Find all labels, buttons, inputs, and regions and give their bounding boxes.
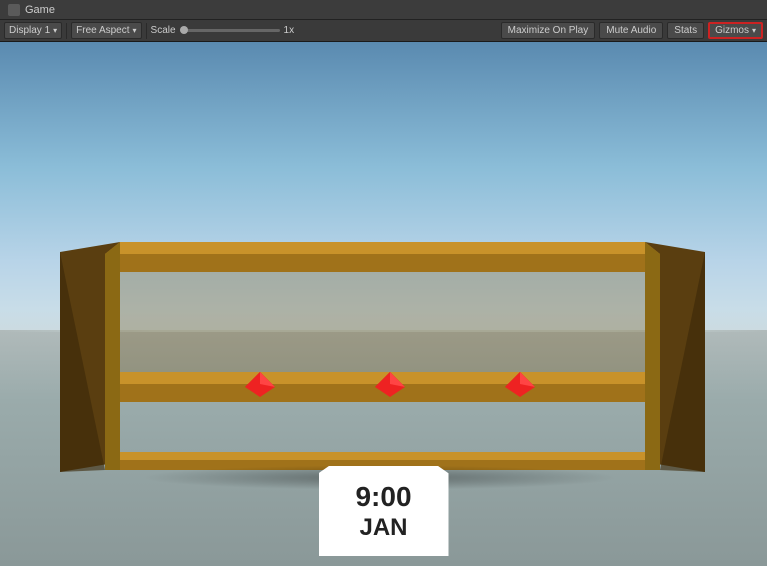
scale-slider[interactable] (180, 29, 280, 32)
display-arrow-icon: ▾ (53, 26, 57, 35)
shelf-container (60, 242, 705, 472)
maximize-button[interactable]: Maximize On Play (501, 22, 596, 39)
aspect-selector[interactable]: Free Aspect ▾ (71, 22, 141, 39)
separator-2 (146, 23, 147, 39)
shelf-svg (60, 242, 705, 472)
sign-month: JAN (359, 514, 407, 542)
aspect-arrow-icon: ▾ (133, 26, 137, 35)
display-label: Display 1 (9, 25, 50, 36)
mute-audio-button[interactable]: Mute Audio (599, 22, 663, 39)
scale-thumb (180, 26, 188, 34)
scale-value: 1x (284, 25, 295, 36)
window-icon (8, 4, 20, 16)
gizmos-arrow-icon: ▾ (752, 26, 756, 35)
stats-button[interactable]: Stats (667, 22, 704, 39)
sign-card: 9:00 JAN (319, 466, 449, 556)
display-selector[interactable]: Display 1 ▾ (4, 22, 62, 39)
separator-1 (66, 23, 67, 39)
toolbar: Display 1 ▾ Free Aspect ▾ Scale 1x Maxim… (0, 20, 767, 42)
title-bar: Game (0, 0, 767, 20)
gizmos-button[interactable]: Gizmos ▾ (708, 22, 763, 39)
scale-label: Scale (151, 25, 176, 36)
scale-container: Scale 1x (151, 25, 295, 36)
game-viewport: 9:00 JAN (0, 42, 767, 566)
sign-time: 9:00 (355, 480, 411, 514)
aspect-label: Free Aspect (76, 25, 129, 36)
window-title: Game (25, 4, 55, 16)
